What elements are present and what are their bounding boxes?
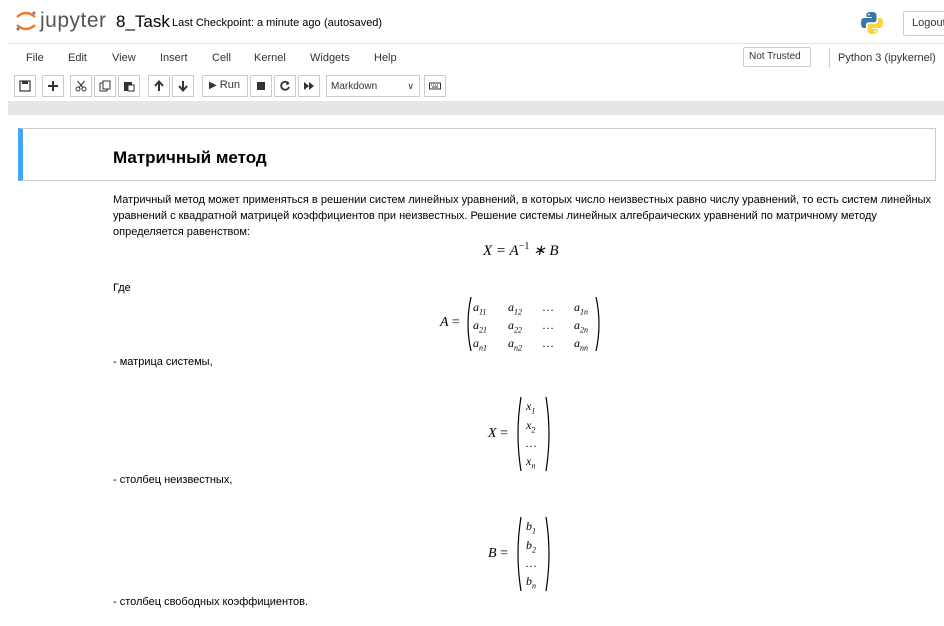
cell-type-select[interactable]: Markdown ∨ (326, 75, 420, 97)
matrix-x-cell: xn (526, 454, 536, 471)
menu-file[interactable]: File (26, 52, 44, 64)
save-button[interactable] (14, 75, 36, 97)
menu-widgets[interactable]: Widgets (310, 52, 350, 64)
run-label: Run (219, 79, 240, 91)
move-up-button[interactable] (148, 75, 170, 97)
header-divider-bar (8, 101, 944, 115)
equation-exponent: −1 (518, 241, 530, 252)
header: jupyter 8_Task Last Checkpoint: a minute… (0, 0, 944, 42)
move-down-button[interactable] (172, 75, 194, 97)
menu-insert[interactable]: Insert (160, 52, 188, 64)
matrix-x-cell: … (525, 436, 537, 450)
trust-status-button[interactable]: Not Trusted (743, 47, 811, 67)
arrow-up-icon (154, 80, 164, 91)
matrix-a-cell: a21 (473, 318, 487, 335)
matrix-x-description: - столбец неизвестных, (113, 474, 233, 486)
jupyter-logo-text: jupyter (40, 9, 107, 32)
matrix-a-cell: ann (574, 336, 588, 353)
right-paren-icon (595, 296, 600, 352)
equation-lhs: X = A (483, 243, 519, 259)
restart-icon (280, 80, 290, 91)
matrix-b-cell: b2 (526, 538, 536, 555)
chevron-down-icon: ∨ (407, 81, 414, 91)
stop-icon (257, 82, 265, 90)
python-logo-icon (860, 11, 884, 35)
matrix-x: X = x1 x2 … xn (488, 396, 558, 476)
matrix-a-cell: a12 (508, 300, 522, 317)
matrix-b-cell: bn (526, 574, 536, 591)
paste-button[interactable] (118, 75, 140, 97)
restart-run-all-button[interactable] (298, 75, 320, 97)
menu-edit[interactable]: Edit (68, 52, 87, 64)
kernel-separator (829, 48, 830, 68)
intro-paragraph: Матричный метод может применяться в реше… (113, 194, 932, 238)
matrix-a-cell: an2 (508, 336, 522, 353)
right-paren-icon (545, 516, 550, 592)
matrix-a-cell: a1n (574, 300, 588, 317)
matrix-a-cell: a2n (574, 318, 588, 335)
cell-heading: Матричный метод (113, 148, 267, 167)
plus-icon (48, 81, 58, 91)
restart-button[interactable] (274, 75, 296, 97)
menu-help[interactable]: Help (374, 52, 397, 64)
cut-button[interactable] (70, 75, 92, 97)
menu-kernel[interactable]: Kernel (254, 52, 286, 64)
matrix-a-cell: … (542, 300, 554, 314)
play-icon: ▶ (209, 80, 217, 91)
left-paren-icon (517, 396, 522, 472)
cell-type-value: Markdown (331, 81, 378, 92)
logout-button[interactable]: Logout (903, 11, 944, 36)
menubar: File Edit View Insert Cell Kernel Widget… (8, 43, 944, 71)
matrix-a: A = a11 a12 … a1n a21 a22 … a2n an1 an2 … (440, 296, 610, 356)
equation-rhs: ∗ B (529, 243, 559, 259)
matrix-a-cell: … (542, 318, 554, 332)
autosave-status: (autosaved) (324, 17, 383, 29)
right-paren-icon (545, 396, 550, 472)
toolbar: ▶ Run Markdown ∨ (8, 73, 944, 99)
matrix-a-cell: a22 (508, 318, 522, 335)
jupyter-logo-icon[interactable] (14, 10, 38, 32)
matrix-a-label: A = (440, 315, 460, 330)
matrix-b-description: - столбец свободных коэффициентов. (113, 596, 309, 608)
matrix-a-cell: a11 (473, 300, 487, 317)
left-paren-icon (467, 296, 472, 352)
main-equation: X = A−1 ∗ B (483, 241, 559, 260)
matrix-x-cell: x1 (526, 399, 536, 416)
notebook-name[interactable]: 8_Task (116, 12, 170, 32)
left-paren-icon (517, 516, 522, 592)
fast-forward-icon (304, 82, 314, 90)
run-button[interactable]: ▶ Run (202, 75, 248, 97)
matrix-x-label: X = (488, 426, 508, 441)
matrix-a-cell: an1 (473, 336, 487, 353)
matrix-b: B = b1 b2 … bn (488, 516, 558, 596)
menu-cell[interactable]: Cell (212, 52, 231, 64)
paste-icon (124, 82, 135, 92)
copy-icon (99, 80, 111, 92)
kernel-indicator[interactable]: Python 3 (ipykernel) (838, 52, 936, 64)
matrix-b-label: B = (488, 546, 508, 561)
matrix-b-cell: … (525, 556, 537, 570)
insert-cell-button[interactable] (42, 75, 64, 97)
where-label: Где (113, 282, 131, 294)
command-palette-button[interactable] (424, 75, 446, 97)
scissors-icon (75, 80, 87, 92)
matrix-x-cell: x2 (526, 418, 536, 435)
checkpoint-status: Last Checkpoint: a minute ago (172, 17, 321, 29)
copy-button[interactable] (94, 75, 116, 97)
matrix-a-cell: … (542, 336, 554, 350)
matrix-b-cell: b1 (526, 519, 536, 536)
arrow-down-icon (178, 81, 188, 92)
matrix-a-description: - матрица системы, (113, 356, 213, 368)
keyboard-icon (429, 82, 441, 90)
menu-view[interactable]: View (112, 52, 136, 64)
interrupt-button[interactable] (250, 75, 272, 97)
save-icon (19, 80, 31, 92)
